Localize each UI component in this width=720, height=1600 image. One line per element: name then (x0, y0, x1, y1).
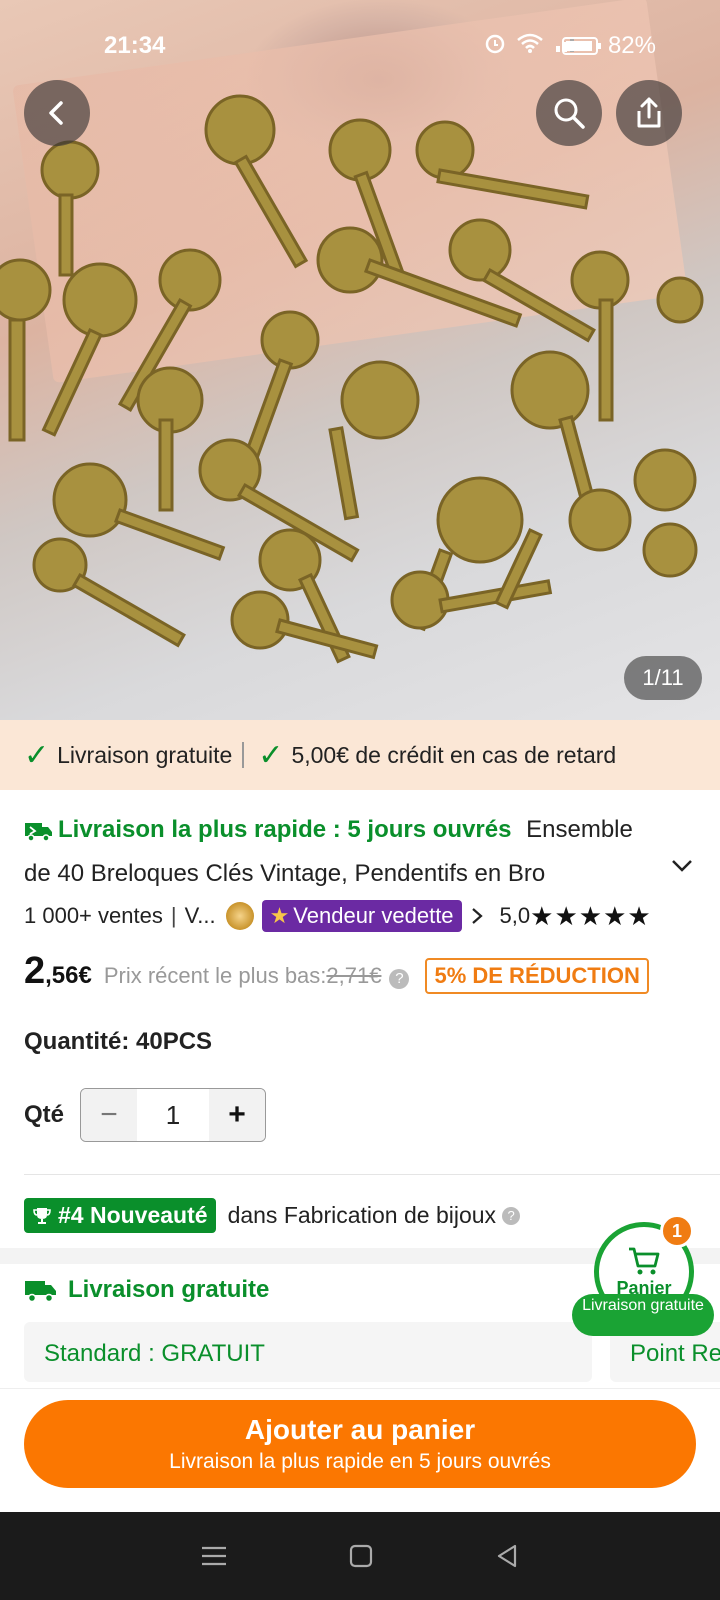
check-icon: ✓ (258, 738, 284, 772)
price-main: 2 (24, 950, 46, 992)
keys-illustration (0, 94, 704, 664)
battery-level: 82% (607, 32, 656, 59)
cart-icon (629, 1247, 660, 1274)
help-icon[interactable]: ? (389, 969, 410, 989)
promo-strip[interactable]: ✓ Livraison gratuite ✓ 5,00€ de crédit e… (0, 720, 720, 790)
recent-price: 2,71€ (326, 963, 382, 988)
meta-divider: | (170, 903, 177, 928)
increase-button[interactable]: + (209, 1089, 266, 1141)
cart-count-badge: 1 (660, 1214, 694, 1248)
share-button[interactable] (616, 80, 682, 146)
title-line2: de 40 Breloques Clés Vintage, Pendentifs… (24, 860, 546, 887)
divider (24, 1174, 720, 1175)
promo-late-credit: 5,00€ de crédit en cas de retard (291, 741, 617, 768)
shipping-header-label: Livraison gratuite (68, 1276, 270, 1303)
add-to-cart-sub: Livraison la plus rapide en 5 jours ouvr… (169, 1450, 551, 1473)
price-row: 2 ,56€ Prix récent le plus bas:2,71€ ? 5… (24, 950, 714, 1002)
home-icon[interactable] (348, 1543, 374, 1569)
recent-lowest-price: Prix récent le plus bas:2,71€ (104, 963, 382, 989)
truck-icon (25, 1281, 56, 1303)
promo-free-shipping: Livraison gratuite (57, 741, 233, 768)
discount-badge: 5% DE RÉDUCTION (425, 958, 649, 994)
rank-tag: #4 Nouveauté (24, 1198, 216, 1233)
menu-icon[interactable] (200, 1544, 228, 1568)
featured-seller-badge[interactable]: ★ Vendeur vedette (261, 900, 462, 932)
rank-tag-label: #4 Nouveauté (58, 1202, 208, 1228)
shipping-option-standard[interactable]: Standard : GRATUIT (24, 1322, 592, 1382)
seller-name[interactable]: V... (185, 903, 216, 929)
quantity-value[interactable]: 1 (137, 1089, 209, 1141)
check-icon: ✓ (24, 738, 50, 772)
battery: 82% (561, 32, 656, 60)
standard-label: Standard : GRATUIT (44, 1340, 265, 1367)
rating-stars: ★★★★★ (530, 900, 652, 931)
image-counter: 1/11 (624, 656, 702, 700)
back-nav-icon[interactable] (494, 1543, 520, 1569)
system-nav-bar (0, 1512, 720, 1600)
title-start: Ensemble (526, 816, 633, 843)
qty-label: Qté (24, 1101, 65, 1128)
rating-value: 5,0 (499, 903, 531, 928)
chevron-down-icon[interactable] (670, 858, 694, 874)
shipping-header[interactable]: Livraison gratuite (24, 1276, 269, 1304)
quantity-row: Qté − 1 + (24, 1088, 267, 1142)
quantity-stepper: − 1 + (80, 1088, 267, 1142)
help-icon[interactable]: ? (502, 1206, 521, 1225)
share-icon (637, 97, 661, 128)
fast-delivery-text: Livraison la plus rapide : 5 jours ouvré… (58, 816, 512, 843)
alarm-icon (485, 34, 505, 54)
search-button[interactable] (536, 80, 602, 146)
fast-truck-icon (25, 822, 52, 842)
featured-seller-label: Vendeur vedette (293, 903, 454, 928)
back-button[interactable] (24, 80, 90, 146)
decrease-button[interactable]: − (81, 1089, 138, 1141)
point-label: Point Re (630, 1340, 720, 1367)
chevron-right-icon (471, 908, 483, 924)
product-title[interactable]: Livraison la plus rapide : 5 jours ouvré… (24, 808, 684, 896)
variant-quantity[interactable]: Quantité: 40PCS (24, 1028, 212, 1056)
sales-count: 1 000+ ventes (24, 903, 163, 928)
status-bar: 21:34 82% (0, 0, 720, 90)
search-icon (554, 98, 585, 129)
seller-meta[interactable]: 1 000+ ventes | V... ★ Vendeur vedette 5… (24, 896, 714, 936)
chevron-left-icon (49, 101, 63, 125)
star-badge-icon: ★ (269, 903, 290, 928)
status-time: 21:34 (104, 32, 166, 59)
wifi-icon (517, 33, 543, 53)
price-rest: ,56€ (45, 962, 92, 989)
add-to-cart-label: Ajouter au panier (244, 1414, 476, 1445)
rank-text: dans Fabrication de bijoux (227, 1202, 497, 1228)
seller-medal-icon (225, 902, 254, 930)
battery-icon (561, 37, 601, 55)
trophy-icon (33, 1207, 51, 1224)
cart-free-shipping-pill: Livraison gratuite (572, 1294, 714, 1336)
category-rank[interactable]: #4 Nouveauté dans Fabrication de bijoux … (24, 1198, 521, 1233)
product-image[interactable]: 21:34 82% 1/11 (0, 0, 720, 720)
add-to-cart-button[interactable]: Ajouter au panier Livraison la plus rapi… (24, 1400, 696, 1488)
recent-label: Prix récent le plus bas: (103, 963, 327, 988)
floating-cart[interactable]: Panier 1 Livraison gratuite (572, 1214, 714, 1336)
promo-separator (242, 742, 245, 768)
